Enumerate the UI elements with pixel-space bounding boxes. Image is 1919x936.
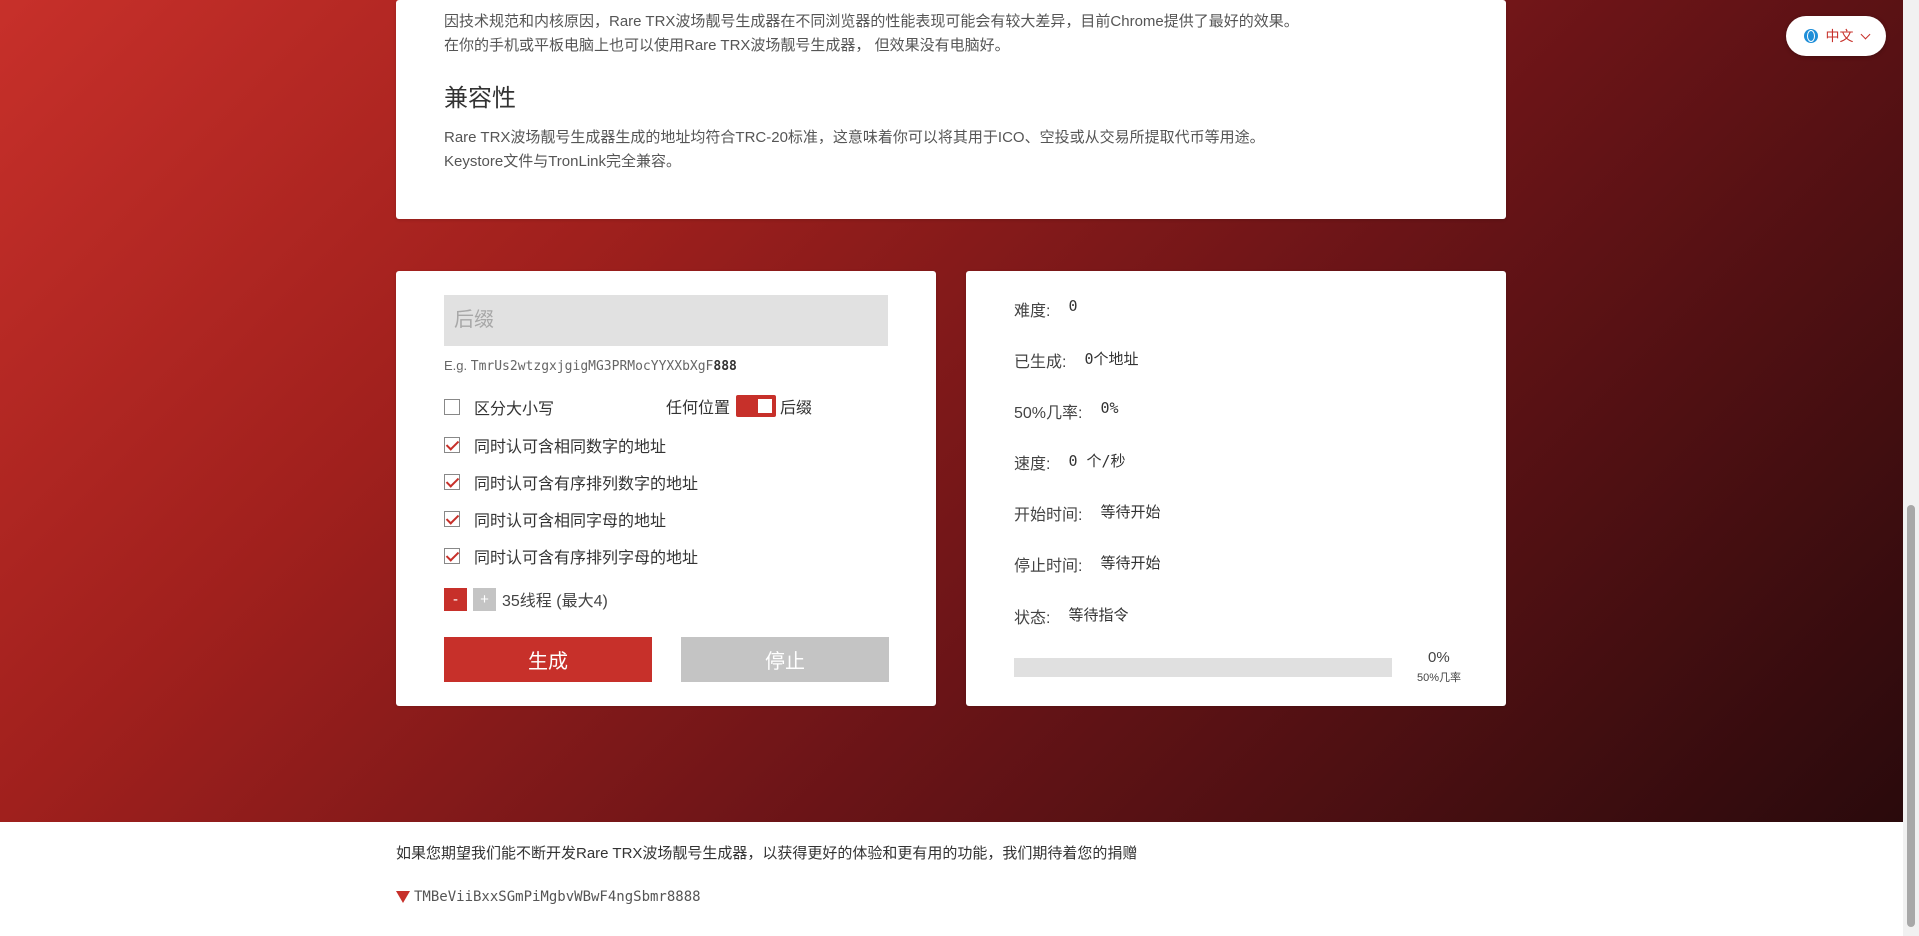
position-toggle[interactable]: [736, 395, 777, 417]
probability-value: 0%: [1100, 399, 1119, 417]
position-any-label: 任何位置: [666, 400, 731, 417]
toggle-knob: [758, 399, 773, 413]
example-address: E.g. TmrUs2wtzgxjgigMG3PRMocYYXXbXgF888: [444, 358, 737, 374]
donate-address[interactable]: TMBeViiBxxSGmPiMgbvWBwF4ngSbmr8888: [414, 889, 701, 905]
browser-note: 因技术规范和内核原因，Rare TRX波场靓号生成器在不同浏览器的性能表现可能会…: [444, 10, 1299, 58]
option-same-letters[interactable]: 同时认可含相同字母的地址: [444, 507, 666, 531]
stats-card: 难度: 0 已生成: 0个地址 50%几率: 0% 速度: 0 个/秒 开始时间…: [966, 271, 1506, 706]
tron-icon: [396, 891, 410, 903]
stat-status: 状态: 等待指令: [1014, 604, 1128, 628]
threads-decrease-button[interactable]: -: [444, 587, 467, 611]
donate-address-row: TMBeViiBxxSGmPiMgbvWBwF4ngSbmr8888: [396, 889, 701, 905]
info-card: 因技术规范和内核原因，Rare TRX波场靓号生成器在不同浏览器的性能表现可能会…: [396, 0, 1506, 219]
threads-control: - + 35线程 (最大4): [444, 587, 608, 611]
progress-caption: 50%几率: [1417, 672, 1462, 684]
generated-label: 已生成:: [1014, 354, 1067, 371]
generator-form-card: E.g. TmrUs2wtzgxjgigMG3PRMocYYXXbXgF888 …: [396, 271, 936, 706]
compat-line-2: Keystore文件与TronLink完全兼容。: [444, 153, 681, 170]
generated-value: 0个地址: [1084, 350, 1139, 368]
speed-value: 0 个/秒: [1068, 452, 1126, 470]
compat-line-1: Rare TRX波场靓号生成器生成的地址均符合TRC-20标准，这意味着你可以将…: [444, 129, 1265, 146]
sequential-letters-checkbox[interactable]: [444, 548, 460, 564]
option-sequential-digits[interactable]: 同时认可含有序排列数字的地址: [444, 470, 698, 494]
compat-text: Rare TRX波场靓号生成器生成的地址均符合TRC-20标准，这意味着你可以将…: [444, 126, 1265, 174]
status-value: 等待指令: [1068, 606, 1129, 624]
stop-button[interactable]: 停止: [681, 637, 889, 682]
status-label: 状态:: [1014, 610, 1051, 627]
stop-time-value: 等待开始: [1100, 554, 1161, 572]
compat-title: 兼容性: [444, 85, 516, 112]
stat-generated: 已生成: 0个地址: [1014, 348, 1138, 372]
start-time-label: 开始时间:: [1014, 507, 1083, 524]
same-digits-checkbox[interactable]: [444, 437, 460, 453]
case-sensitive-label: 区分大小写: [474, 401, 555, 418]
sequential-letters-label: 同时认可含有序排列字母的地址: [474, 550, 699, 567]
example-prefix: E.g.: [444, 358, 471, 373]
stat-speed: 速度: 0 个/秒: [1014, 450, 1126, 474]
same-digits-label: 同时认可含相同数字的地址: [474, 439, 667, 456]
chevron-down-icon: [1860, 29, 1870, 39]
page-scrollbar[interactable]: [1903, 0, 1919, 936]
progress-bar: [1014, 658, 1392, 677]
progress-percent: 0%: [1428, 649, 1450, 666]
stat-stop-time: 停止时间: 等待开始: [1014, 552, 1160, 576]
scrollbar-thumb[interactable]: [1907, 505, 1915, 927]
browser-note-line-1: 因技术规范和内核原因，Rare TRX波场靓号生成器在不同浏览器的性能表现可能会…: [444, 13, 1299, 30]
probability-label: 50%几率:: [1014, 405, 1083, 422]
suffix-input[interactable]: [444, 295, 888, 346]
case-sensitive-checkbox[interactable]: [444, 399, 460, 415]
same-letters-label: 同时认可含相同字母的地址: [474, 513, 667, 530]
sequential-digits-checkbox[interactable]: [444, 474, 460, 490]
position-toggle-row: 任何位置 后缀: [666, 394, 812, 418]
start-time-value: 等待开始: [1100, 503, 1161, 521]
case-sensitive-option[interactable]: 区分大小写: [444, 395, 554, 419]
stat-start-time: 开始时间: 等待开始: [1014, 501, 1160, 525]
language-selector[interactable]: 中文: [1786, 16, 1886, 56]
generate-button[interactable]: 生成: [444, 637, 652, 682]
position-suffix-label: 后缀: [780, 400, 813, 417]
threads-label: 35线程 (最大4): [502, 593, 608, 610]
sequential-digits-label: 同时认可含有序排列数字的地址: [474, 476, 699, 493]
globe-icon: [1803, 29, 1818, 43]
example-address-suffix: 888: [713, 359, 737, 374]
donate-message: 如果您期望我们能不断开发Rare TRX波场靓号生成器，以获得更好的体验和更有用…: [396, 845, 1138, 862]
speed-label: 速度:: [1014, 456, 1051, 473]
language-label: 中文: [1825, 28, 1854, 44]
stat-probability: 50%几率: 0%: [1014, 399, 1119, 423]
stop-time-label: 停止时间:: [1014, 558, 1083, 575]
threads-increase-button[interactable]: +: [473, 587, 496, 611]
example-address-body: TmrUs2wtzgxjgigMG3PRMocYYXXbXgF: [470, 359, 714, 374]
same-letters-checkbox[interactable]: [444, 511, 460, 527]
difficulty-label: 难度:: [1014, 303, 1051, 320]
stat-difficulty: 难度: 0: [1014, 297, 1077, 321]
option-sequential-letters[interactable]: 同时认可含有序排列字母的地址: [444, 544, 698, 568]
difficulty-value: 0: [1068, 297, 1078, 315]
browser-note-line-2: 在你的手机或平板电脑上也可以使用Rare TRX波场靓号生成器， 但效果没有电脑…: [444, 37, 1010, 54]
option-same-digits[interactable]: 同时认可含相同数字的地址: [444, 433, 666, 457]
